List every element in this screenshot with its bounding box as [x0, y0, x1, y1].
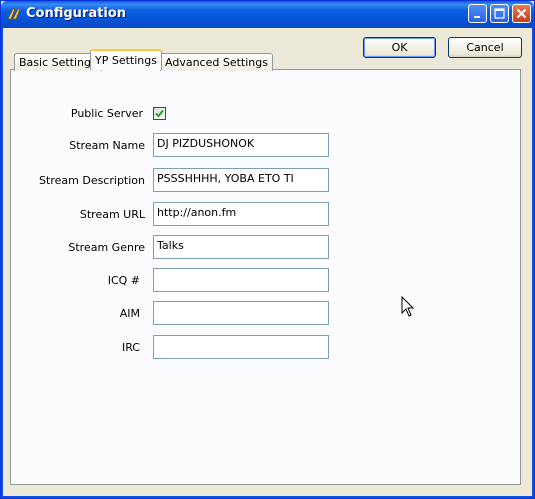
stream-description-label: Stream Description [39, 174, 145, 187]
window-title: Configuration [26, 6, 126, 21]
icq-field[interactable] [153, 268, 329, 292]
title-bar[interactable]: Configuration [1, 1, 534, 28]
app-icon [6, 6, 22, 22]
minimize-icon[interactable] [468, 4, 487, 23]
icq-label: ICQ # [107, 274, 140, 287]
irc-field[interactable] [153, 335, 329, 359]
stream-url-label: Stream URL [79, 208, 145, 221]
stream-name-label: Stream Name [69, 139, 145, 152]
tab-yp-settings[interactable]: YP Settings [90, 49, 162, 70]
close-icon[interactable] [512, 4, 531, 23]
aim-field[interactable] [153, 301, 329, 325]
mouse-cursor-icon [401, 295, 415, 321]
stream-url-field[interactable]: http://anon.fm [153, 202, 329, 226]
stream-description-field[interactable]: PSSSHHHH, YOBA ETO TI [153, 168, 329, 192]
tab-advanced-settings[interactable]: Advanced Settings [160, 53, 273, 71]
stream-genre-label: Stream Genre [68, 241, 145, 254]
ok-button[interactable]: OK [363, 37, 436, 58]
cancel-button[interactable]: Cancel [448, 37, 522, 58]
check-icon [155, 109, 164, 118]
stream-name-field[interactable]: DJ PIZDUSHONOK [153, 133, 329, 157]
stream-genre-field[interactable]: Talks [153, 235, 329, 259]
public-server-checkbox[interactable] [153, 107, 166, 120]
public-server-label: Public Server [70, 107, 143, 120]
tab-basic-settings[interactable]: Basic Settings [14, 53, 102, 71]
maximize-icon[interactable] [490, 4, 509, 23]
irc-label: IRC [121, 341, 140, 354]
aim-label: AIM [119, 307, 140, 320]
